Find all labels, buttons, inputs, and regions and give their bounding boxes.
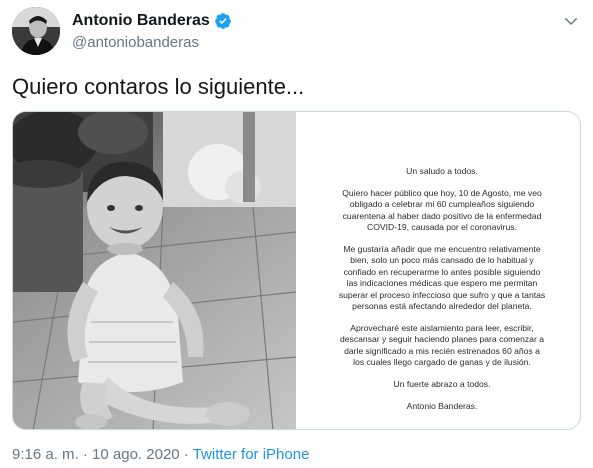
letter-line: superar el proceso infeccioso que sufro … bbox=[338, 289, 546, 300]
baby-photo bbox=[13, 112, 296, 429]
letter-line: personas está afectando alrededor del pl… bbox=[352, 301, 532, 312]
tweet-media[interactable]: Un saludo a todos. Quiero hacer público … bbox=[12, 111, 581, 430]
letter-line: bien, solo un poco más cansado de lo hab… bbox=[350, 255, 534, 266]
tweet-date[interactable]: 10 ago. 2020 bbox=[92, 446, 180, 463]
display-name[interactable]: Antonio Banderas bbox=[72, 11, 210, 31]
letter-line: Quiero hacer público que hoy, 10 de Agos… bbox=[342, 187, 542, 198]
letter-line: las indicaciones médicas que espero me p… bbox=[346, 278, 538, 289]
tweet: Antonio Banderas @antoniobanderas Quiero… bbox=[0, 0, 593, 468]
avatar[interactable] bbox=[12, 7, 60, 55]
avatar-photo bbox=[12, 7, 60, 55]
tweet-source-link[interactable]: Twitter for iPhone bbox=[193, 446, 310, 463]
tweet-meta: 9:16 a. m. · 10 ago. 2020 · Twitter for … bbox=[12, 446, 309, 464]
letter-paragraph-1: Quiero hacer público que hoy, 10 de Agos… bbox=[323, 188, 561, 234]
handle[interactable]: @antoniobanderas bbox=[72, 33, 232, 53]
meta-separator: · bbox=[179, 446, 193, 463]
letter-line: obligado a celebrar mi 60 cumpleaños sig… bbox=[349, 199, 535, 210]
letter-signature: Antonio Banderas. bbox=[406, 401, 478, 411]
letter-closing: Un fuerte abrazo a todos. bbox=[393, 379, 491, 390]
letter-line: darle significado a mis recién estrenado… bbox=[344, 345, 540, 356]
verified-badge-icon bbox=[214, 13, 231, 29]
letter-line: Me gustaría añadir que me encuentro rela… bbox=[343, 244, 541, 255]
tweet-text: Quiero contaros lo siguiente... bbox=[12, 74, 305, 99]
letter-line: COVID-19, causada por el coronavirus. bbox=[367, 222, 517, 233]
letter-line: confiado en recuperarme lo antes posible… bbox=[343, 266, 541, 277]
letter-greeting: Un saludo a todos. bbox=[406, 166, 478, 176]
meta-separator: · bbox=[78, 446, 93, 463]
name-row: Antonio Banderas bbox=[72, 11, 232, 31]
chevron-down-icon[interactable] bbox=[562, 12, 580, 30]
author-block[interactable]: Antonio Banderas @antoniobanderas bbox=[72, 11, 232, 53]
statement-letter: Un saludo a todos. Quiero hacer público … bbox=[304, 112, 580, 429]
letter-paragraph-2: Me gustaría añadir que me encuentro rela… bbox=[323, 244, 561, 312]
letter-line: cuarentena al haber dado positivo de la … bbox=[342, 210, 542, 221]
letter-line: descansar y seguir haciendo planes para … bbox=[340, 334, 544, 345]
letter-paragraph-3: Aprovecharé este aislamiento para leer, … bbox=[323, 323, 561, 369]
tweet-time[interactable]: 9:16 a. m. bbox=[12, 446, 79, 463]
letter-line: los cuales llego cargado de ganas y de i… bbox=[353, 357, 531, 368]
letter-line: Aprovecharé este aislamiento para leer, … bbox=[350, 322, 534, 333]
